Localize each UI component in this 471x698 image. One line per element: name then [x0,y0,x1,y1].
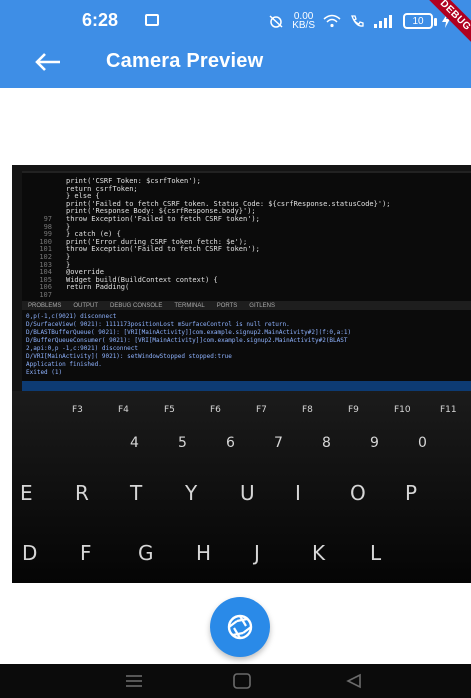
keyboard-key: K [312,541,326,565]
app-bar: Camera Preview [0,38,471,88]
keyboard-key: R [75,481,89,505]
status-bar: 6:28 0.00 KB/S 10 DEBUG [0,0,471,48]
keyboard-key: H [196,541,212,565]
keyboard-key: 6 [226,435,235,451]
keyboard-key: L [370,541,382,565]
console-line: D/SurfaceView( 9021): 1111173positionLos… [26,321,290,328]
alarm-muted-icon [269,15,283,28]
speed-unit: KB/S [292,20,315,31]
keyboard-key: Y [185,481,198,505]
keyboard-key: G [138,541,154,565]
home-icon[interactable] [232,673,252,689]
keyboard-key: 8 [322,435,331,451]
keyboard-key: F8 [302,405,313,415]
keyboard-key: O [350,481,366,505]
code-line-number: 107 [39,291,52,299]
preview-keyboard: F3 F4 F5 F6 F7 F8 F9 F10 F11 4 5 6 7 8 9 0 E R T Y U I O P D F G H J… [12,391,471,583]
keyboard-key: E [20,481,33,505]
keyboard-key: 4 [130,435,139,451]
keyboard-key: 0 [418,435,427,451]
keyboard-key: I [295,481,301,505]
console-line: D/BufferQueueConsumer( 9021): [VRI[MainA… [26,337,348,344]
preview-monitor: print('CSRF Token: $csrfToken'); return c… [22,171,471,395]
notification-icon [145,14,159,26]
network-speed: 0.00 KB/S [292,12,315,31]
status-icons: 0.00 KB/S 10 [268,12,451,31]
keyboard-key: 7 [274,435,283,451]
panel-tab: GITLENS [249,302,275,309]
wifi-icon [323,14,341,28]
keyboard-key: T [130,481,143,505]
battery-icon: 10 [403,13,437,29]
keyboard-key: F7 [256,405,267,415]
battery-level: 10 [412,15,424,27]
keyboard-key: F11 [440,405,457,415]
editor-panel-tabs: PROBLEMS OUTPUT DEBUG CONSOLE TERMINAL PORTS… [22,301,471,310]
camera-shutter-icon [227,614,253,640]
keyboard-key: P [405,481,418,505]
keyboard-key: F5 [164,405,175,415]
top-bar: 6:28 0.00 KB/S 10 DEBUG Camera Preview [0,0,471,88]
panel-tab: PROBLEMS [28,302,62,309]
keyboard-key: F9 [348,405,359,415]
system-nav-bar [0,664,471,698]
keyboard-key: F [80,541,92,565]
console-line: 2,api:0,p -1,c:9021) disconnect [26,345,138,352]
keyboard-key: 9 [370,435,379,451]
keyboard-key: 5 [178,435,187,451]
code-line: throw Exception('Failed to fetch CSRF to… [66,245,260,254]
arrow-left-icon[interactable] [35,53,61,71]
keyboard-key: F4 [118,405,129,415]
capture-button[interactable] [210,597,270,657]
console-line: 0,p(-1,c(9021) disconnect [26,313,117,320]
menu-icon[interactable] [124,673,144,689]
signal-icon [374,15,392,28]
call-icon [351,15,364,27]
triangle-back-icon[interactable] [345,673,363,689]
console-line: Exited (1) [26,369,63,376]
console-line: Application finished. [26,361,102,368]
status-time: 6:28 [82,10,119,30]
panel-tab: PORTS [216,302,238,309]
console-line: D/VRI[MainActivity]( 9021): setWindowSto… [26,353,232,360]
keyboard-key: J [254,541,260,565]
console-line: D/BLASTBufferQueue( 9021): [VRI[MainActi… [26,329,352,336]
panel-tab: TERMINAL [174,302,205,309]
camera-preview: print('CSRF Token: $csrfToken'); return c… [12,165,471,583]
keyboard-key: F3 [72,405,83,415]
code-line: return Padding( [66,283,130,292]
keyboard-key: U [240,481,255,505]
panel-tab: DEBUG CONSOLE [110,302,163,309]
code-line: throw Exception('Failed to fetch CSRF to… [66,215,260,223]
keyboard-key: F10 [394,405,411,415]
panel-tab: OUTPUT [73,302,99,309]
keyboard-key: D [22,541,38,565]
page-title: Camera Preview [106,50,264,72]
keyboard-key: F6 [210,405,221,415]
